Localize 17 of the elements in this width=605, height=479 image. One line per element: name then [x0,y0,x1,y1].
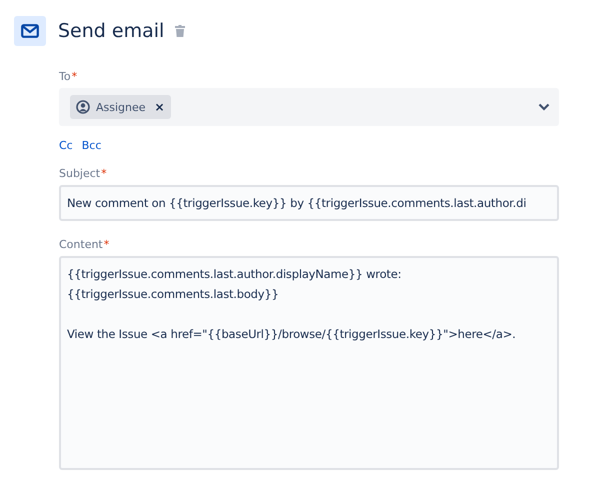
tag-label: Assignee [96,100,146,114]
required-mark: * [72,70,78,83]
link[interactable]: Bcc [82,139,102,152]
content-field[interactable]: {{triggerIssue.comments.last.author.displayName}} wrote: {{triggerIssue.comments.last.body}} View the Issue <a href="{{baseUrl}}/browse/{{triggerIssue.key}}">here</a>. [59,256,559,470]
recipient-select[interactable]: Assignee × [59,88,559,126]
field-label: To [59,70,71,83]
subject-field[interactable]: New comment on {{triggerIssue.key}} by {{triggerIssue.comments.last.author.di [59,185,559,221]
user-avatar-icon [76,100,90,114]
required-mark: * [104,238,110,251]
field-label: Subject [59,167,100,180]
field-label: Content [59,238,103,251]
envelope-icon [14,16,46,46]
chevron-down-icon[interactable] [538,103,550,111]
page-title: Send email [58,20,164,42]
remove-button[interactable]: × [152,100,165,114]
required-mark: * [101,167,107,180]
link[interactable]: Cc [59,139,73,152]
